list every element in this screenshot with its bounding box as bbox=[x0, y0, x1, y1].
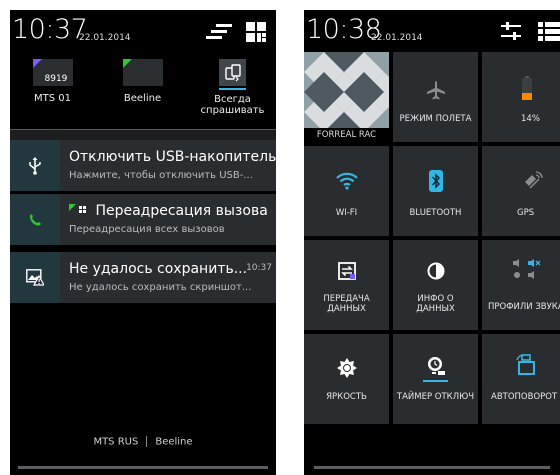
notification-text: Не удалось сохранить скриншот... bbox=[69, 282, 252, 293]
sleep-timer-icon bbox=[393, 356, 478, 376]
tile-data-transfer[interactable]: ПЕРЕДАЧА ДАННЫХ bbox=[304, 240, 389, 330]
selected-indicator bbox=[219, 88, 246, 90]
notification-title-text: Переадресация вызова bbox=[95, 203, 268, 219]
screenshot-error-icon bbox=[10, 252, 60, 303]
tile-brightness[interactable]: ЯРКОСТЬ bbox=[304, 334, 389, 424]
clear-all-icon[interactable] bbox=[206, 24, 232, 44]
settings-sliders-icon[interactable] bbox=[501, 22, 521, 44]
tile-gps[interactable]: GPS bbox=[482, 146, 560, 236]
sim-label: Beeline bbox=[123, 93, 162, 104]
drag-handle[interactable] bbox=[18, 466, 268, 469]
status-header: 10:38 22.01.2014 bbox=[304, 10, 560, 50]
tile-sleep-timer[interactable]: ТАЙМЕР ОТКЛЮЧ bbox=[393, 334, 478, 424]
brightness-icon bbox=[304, 358, 389, 378]
sim-card-mts[interactable]: 8919 MTS 01 bbox=[15, 59, 90, 104]
bluetooth-icon bbox=[393, 170, 478, 192]
tile-label: GPS bbox=[517, 208, 535, 218]
notification-usb[interactable]: Отключить USB-накопитель Нажмите, чтобы … bbox=[10, 140, 276, 191]
notification-screenshot-failed[interactable]: Не удалось сохранить... 10:37 Не удалось… bbox=[10, 252, 276, 303]
tile-label: FORREAL RAC bbox=[304, 128, 389, 142]
sim-label: MTS 01 bbox=[34, 93, 71, 104]
data-usage-icon bbox=[393, 262, 478, 280]
sim-switch-icon bbox=[219, 59, 246, 86]
notification-title: Отключить USB-накопитель bbox=[69, 149, 276, 165]
notification-title: Переадресация вызова bbox=[69, 203, 268, 219]
notification-text: Нажмите, чтобы отключить USB-... bbox=[69, 170, 253, 181]
tile-battery[interactable]: 14% bbox=[482, 52, 560, 142]
divider-gap bbox=[10, 130, 276, 140]
sim-label: Всегда спрашивать bbox=[200, 94, 265, 116]
sim-always-ask[interactable]: Всегда спрашивать bbox=[195, 59, 270, 116]
tile-label: WI-FI bbox=[335, 208, 358, 218]
notification-call-forwarding[interactable]: Переадресация вызова Переадресация всех … bbox=[10, 194, 276, 245]
wifi-icon bbox=[304, 172, 389, 190]
tile-airplane-mode[interactable]: РЕЖИМ ПОЛЕТА bbox=[393, 52, 478, 142]
tile-label: BLUETOOTH bbox=[409, 208, 462, 218]
date: 22.01.2014 bbox=[371, 33, 423, 43]
tile-user-profile[interactable]: FORREAL RAC bbox=[304, 52, 389, 142]
data-transfer-icon bbox=[304, 262, 389, 280]
call-forward-icon bbox=[10, 194, 60, 245]
tile-label: ПЕРЕДАЧА ДАННЫХ bbox=[323, 294, 370, 314]
gps-icon bbox=[522, 170, 560, 192]
tile-label: АВТОПОВОРОТ bbox=[491, 392, 558, 402]
sim-indicator-icon bbox=[69, 204, 86, 213]
tile-label: ЯРКОСТЬ bbox=[326, 392, 367, 402]
usb-icon bbox=[10, 140, 60, 191]
tile-label: РЕЖИМ ПОЛЕТА bbox=[399, 114, 472, 124]
notifications-list-icon[interactable] bbox=[538, 22, 560, 46]
notification-title: Не удалось сохранить... bbox=[69, 261, 248, 277]
sim-card-icon: 8919 bbox=[32, 59, 73, 86]
operator-names: MTS RUS Beeline bbox=[10, 436, 276, 448]
tile-label: ПРОФИЛИ ЗВУКА bbox=[488, 302, 560, 312]
notification-text: Переадресация всех вызовов bbox=[69, 224, 225, 235]
profile-photo bbox=[304, 52, 389, 128]
date: 22.01.2014 bbox=[79, 33, 131, 43]
tile-wifi[interactable]: WI-FI bbox=[304, 146, 389, 236]
notification-time: 10:37 bbox=[246, 263, 272, 273]
operator-sim1: MTS RUS bbox=[93, 436, 139, 448]
active-indicator bbox=[423, 380, 448, 382]
sound-profiles-icon bbox=[512, 258, 560, 280]
tile-label: ИНФО О ДАННЫХ bbox=[416, 294, 455, 314]
tile-bluetooth[interactable]: BLUETOOTH bbox=[393, 146, 478, 236]
drag-handle[interactable] bbox=[314, 466, 550, 469]
quick-settings-screen: 10:38 22.01.2014 FORREAL RAC РЕЖИМ ПОЛЕТ… bbox=[304, 10, 560, 475]
sim-card-icon bbox=[122, 59, 163, 86]
auto-rotate-icon bbox=[516, 354, 560, 376]
notification-shade-screen: 10:37 22.01.2014 8919 MTS 01 Beeline Все… bbox=[10, 10, 276, 475]
operator-sim2: Beeline bbox=[155, 436, 193, 448]
battery-icon bbox=[521, 76, 560, 100]
tile-auto-rotate[interactable]: АВТОПОВОРОТ bbox=[482, 334, 560, 424]
airplane-icon bbox=[393, 80, 478, 100]
operator-separator bbox=[146, 436, 148, 447]
clock: 10:37 bbox=[12, 14, 88, 45]
tile-sound-profiles[interactable]: ПРОФИЛИ ЗВУКА bbox=[482, 240, 560, 330]
sim-card-beeline[interactable]: Beeline bbox=[105, 59, 180, 104]
tile-data-usage[interactable]: ИНФО О ДАННЫХ bbox=[393, 240, 478, 330]
tile-label: 14% bbox=[521, 114, 540, 124]
tile-label: ТАЙМЕР ОТКЛЮЧ bbox=[396, 392, 475, 402]
quick-settings-toggle-icon[interactable] bbox=[246, 22, 266, 46]
status-header: 10:37 22.01.2014 bbox=[10, 10, 276, 50]
